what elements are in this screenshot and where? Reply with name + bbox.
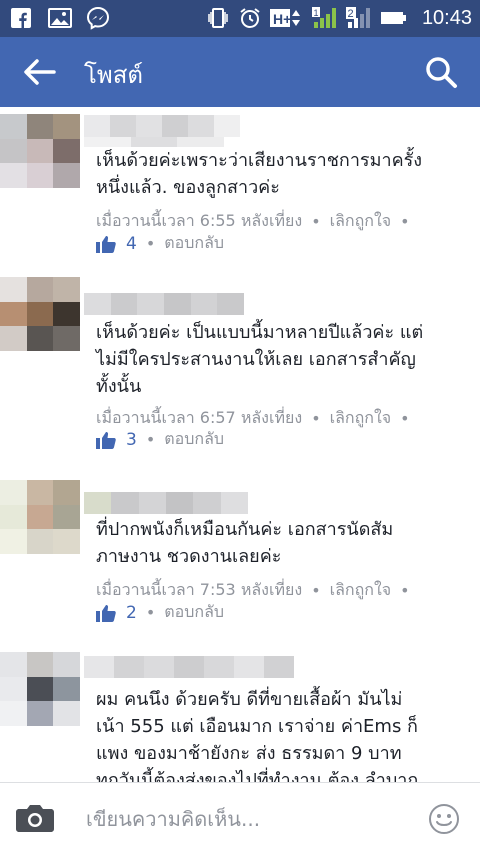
emoji-icon[interactable] bbox=[428, 803, 460, 835]
battery-icon bbox=[380, 12, 406, 24]
author-name[interactable] bbox=[84, 115, 240, 137]
like-count[interactable]: 2 bbox=[126, 603, 137, 623]
avatar[interactable] bbox=[0, 652, 80, 726]
comment-input[interactable] bbox=[86, 805, 386, 833]
back-arrow-icon[interactable] bbox=[22, 57, 56, 87]
separator: • bbox=[145, 234, 156, 253]
svg-text:2: 2 bbox=[347, 8, 353, 20]
system-icons: H+ 1 2 10:43 bbox=[206, 6, 472, 30]
search-icon[interactable] bbox=[424, 55, 458, 89]
clock: 10:43 bbox=[421, 6, 472, 29]
separator: • bbox=[311, 409, 321, 428]
author-name[interactable] bbox=[84, 656, 294, 678]
notification-icons bbox=[10, 6, 110, 30]
like-thumb-icon[interactable] bbox=[96, 604, 116, 622]
separator: • bbox=[311, 212, 321, 231]
app-bar: โพสต์ bbox=[0, 37, 480, 107]
unlike-button[interactable]: เลิกถูกใจ bbox=[330, 406, 392, 431]
like-count[interactable]: 3 bbox=[126, 430, 137, 450]
comment: เห็นด้วยค่ะ เป็นแบบนี้มาหลายปีแล้วค่ะ แต… bbox=[0, 275, 480, 465]
comment-text: เห็นด้วยค่ะ เป็นแบบนี้มาหลายปีแล้วค่ะ แต… bbox=[96, 322, 424, 397]
vibrate-icon bbox=[208, 8, 228, 28]
comment-actions: 3 • ตอบกลับ bbox=[96, 427, 224, 452]
comment-text: เห็นด้วยค่ะเพราะว่าเสียงานราชการมาครั้ง … bbox=[96, 150, 423, 198]
comment-text: ผม คนนึง ด้วยครับ ดีที่ขายเสื้อผ้า มันไม… bbox=[96, 689, 419, 782]
author-name-blur bbox=[84, 137, 225, 147]
page-title: โพสต์ bbox=[84, 61, 143, 89]
separator: • bbox=[400, 212, 410, 231]
comment: ผม คนนึง ด้วยครับ ดีที่ขายเสื้อผ้า มันไม… bbox=[0, 650, 480, 782]
signal-sim2-icon: 2 bbox=[345, 7, 370, 28]
avatar[interactable] bbox=[0, 480, 80, 554]
like-thumb-icon[interactable] bbox=[96, 431, 116, 449]
messenger-icon bbox=[86, 6, 110, 30]
signal-sim1-icon: 1 bbox=[311, 7, 336, 28]
like-count[interactable]: 4 bbox=[126, 234, 137, 254]
alarm-icon bbox=[240, 8, 260, 28]
reply-button[interactable]: ตอบกลับ bbox=[164, 231, 224, 256]
comment: ที่ปากพนังก็เหมือนกันค่ะ เอกสารนัดสัม ภา… bbox=[0, 480, 480, 640]
separator: • bbox=[145, 603, 156, 622]
comment-actions: 4 • ตอบกลับ bbox=[96, 231, 224, 256]
network-hplus-icon: H+ bbox=[269, 9, 300, 27]
gallery-icon bbox=[48, 8, 72, 28]
comment-composer bbox=[0, 782, 480, 854]
avatar[interactable] bbox=[0, 114, 80, 188]
separator: • bbox=[145, 430, 156, 449]
separator: • bbox=[400, 581, 410, 600]
comment: เห็นด้วยค่ะเพราะว่าเสียงานราชการมาครั้ง … bbox=[0, 107, 480, 267]
svg-text:1: 1 bbox=[313, 8, 318, 18]
comment-list: เห็นด้วยค่ะเพราะว่าเสียงานราชการมาครั้ง … bbox=[0, 107, 480, 782]
author-name[interactable] bbox=[84, 492, 248, 514]
author-name[interactable] bbox=[84, 293, 245, 315]
camera-icon[interactable] bbox=[16, 803, 54, 833]
avatar[interactable] bbox=[0, 277, 80, 351]
like-thumb-icon[interactable] bbox=[96, 235, 116, 253]
comment-text: ที่ปากพนังก็เหมือนกันค่ะ เอกสารนัดสัม ภา… bbox=[96, 519, 394, 567]
comment-actions: 2 • ตอบกลับ bbox=[96, 600, 224, 625]
unlike-button[interactable]: เลิกถูกใจ bbox=[330, 578, 392, 603]
unlike-button[interactable]: เลิกถูกใจ bbox=[330, 209, 392, 234]
separator: • bbox=[400, 409, 410, 428]
facebook-icon bbox=[11, 8, 31, 28]
reply-button[interactable]: ตอบกลับ bbox=[164, 600, 224, 625]
status-bar: H+ 1 2 10:43 bbox=[0, 0, 480, 37]
separator: • bbox=[311, 581, 321, 600]
reply-button[interactable]: ตอบกลับ bbox=[164, 427, 224, 452]
svg-text:H+: H+ bbox=[273, 11, 291, 27]
